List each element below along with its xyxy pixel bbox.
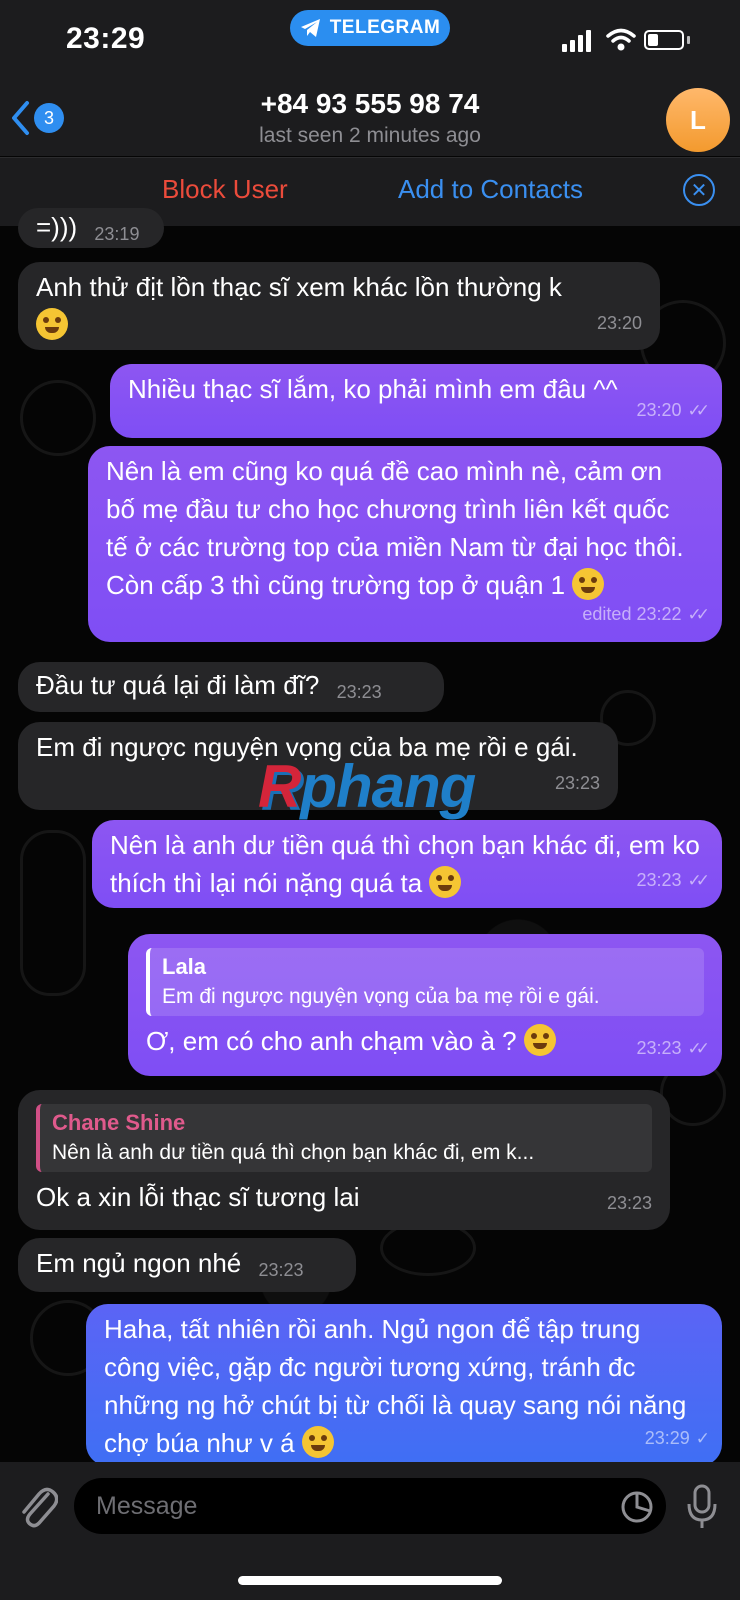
home-indicator (238, 1576, 502, 1585)
message-time: 23:23 (258, 1260, 304, 1280)
message-time: 23:23 (606, 1193, 652, 1213)
message-time: 23:20 (596, 313, 642, 333)
double-check-icon: ✓✓ (687, 871, 710, 890)
message-time: 23:19 (94, 224, 140, 244)
watermark-logo: Rphang (258, 753, 476, 820)
last-seen-status: last seen 2 minutes ago (259, 124, 481, 147)
double-check-icon: ✓✓ (687, 605, 710, 624)
block-user-button[interactable]: Block User (162, 174, 288, 205)
chat-header: +84 93 555 98 74 last seen 2 minutes ago… (0, 88, 740, 156)
attachment-icon[interactable] (18, 1486, 58, 1530)
wifi-icon (606, 28, 636, 51)
reply-text: Em đi ngược nguyện vọng của ba mẹ rồi e … (162, 985, 600, 1008)
message-bubble-outgoing[interactable]: Nên là anh dư tiền quá thì chọn bạn khác… (92, 820, 722, 908)
reply-author: Chane Shine (52, 1110, 186, 1135)
sticker-icon[interactable] (620, 1490, 654, 1524)
message-text: =))) (36, 212, 78, 242)
pleading-emoji (301, 1426, 334, 1458)
message-text: Đầu tư quá lại đi làm đĩ? (36, 670, 320, 700)
message-text: Ok a xin lỗi thạc sĩ tương lai (36, 1182, 360, 1212)
reply-quote[interactable]: Lala Em đi ngược nguyện vọng của ba mẹ r… (146, 948, 704, 1016)
message-bubble-incoming[interactable]: Chane Shine Nên là anh dư tiền quá thì c… (18, 1090, 670, 1230)
message-time: 23:23 (636, 870, 682, 890)
message-composer: Message (0, 1462, 740, 1600)
message-status: 23:29 ✓ (644, 1419, 710, 1458)
message-input[interactable]: Message (74, 1478, 666, 1534)
cellular-signal-icon (562, 30, 591, 52)
message-status: 23:23 ✓✓ (636, 861, 710, 900)
message-text: Haha, tất nhiên rồi anh. Ngủ ngon để tập… (104, 1314, 687, 1458)
status-bar: 23:29 TELEGRAM (0, 0, 740, 92)
message-time: 23:20 (636, 400, 682, 420)
message-bubble-incoming[interactable]: Đầu tư quá lại đi làm đĩ? 23:23 (18, 662, 444, 712)
message-time: 23:23 (636, 1038, 682, 1058)
message-time: 23:23 (336, 682, 382, 702)
message-bubble-outgoing[interactable]: Nên là em cũng ko quá đề cao mình nè, cả… (88, 446, 722, 642)
message-bubble-incoming[interactable]: =))) 23:19 (18, 208, 164, 248)
message-text: Anh thử địt lồn thạc sĩ xem khác lồn thư… (36, 272, 562, 302)
laugh-emoji (36, 308, 68, 340)
chevron-left-icon (12, 101, 29, 135)
watermark-logo-tail: phang (300, 753, 476, 820)
status-time: 23:29 (66, 22, 146, 55)
unread-badge: 3 (34, 103, 64, 133)
message-bubble-incoming[interactable]: Anh thử địt lồn thạc sĩ xem khác lồn thư… (18, 262, 660, 350)
double-check-icon: ✓✓ (687, 1039, 710, 1058)
back-button[interactable]: 3 (10, 100, 64, 136)
message-status: 23:23 ✓✓ (636, 1029, 710, 1068)
reply-quote[interactable]: Chane Shine Nên là anh dư tiền quá thì c… (36, 1104, 652, 1172)
chat-title[interactable]: +84 93 555 98 74 (0, 88, 740, 120)
message-time: 23:29 (644, 1428, 690, 1448)
message-time: 23:23 (554, 773, 600, 793)
add-to-contacts-button[interactable]: Add to Contacts (398, 174, 583, 205)
message-status: edited 23:22 ✓✓ (582, 595, 710, 634)
telegram-icon (300, 19, 320, 37)
message-text: Ơ, em có cho anh chạm vào à ? (146, 1026, 517, 1056)
telegram-pill[interactable]: TELEGRAM (290, 10, 450, 46)
message-bubble-outgoing[interactable]: Lala Em đi ngược nguyện vọng của ba mẹ r… (128, 934, 722, 1076)
microphone-icon[interactable] (686, 1484, 718, 1530)
reply-text: Nên là anh dư tiền quá thì chọn bạn khác… (52, 1141, 535, 1164)
message-text: Nhiều thạc sĩ lắm, ko phải mình em đâu ^… (128, 374, 618, 404)
single-check-icon: ✓ (695, 1429, 710, 1448)
message-time: edited 23:22 (582, 604, 682, 624)
pleading-emoji (429, 866, 462, 898)
double-check-icon: ✓✓ (687, 401, 710, 420)
contact-avatar[interactable]: L (666, 88, 730, 152)
message-bubble-outgoing[interactable]: Haha, tất nhiên rồi anh. Ngủ ngon để tập… (86, 1304, 722, 1466)
message-bubble-outgoing[interactable]: Nhiều thạc sĩ lắm, ko phải mình em đâu ^… (110, 364, 722, 438)
battery-icon (644, 30, 684, 50)
close-icon[interactable]: ✕ (683, 174, 715, 206)
reply-author: Lala (162, 954, 207, 979)
message-bubble-incoming[interactable]: Em ngủ ngon nhé 23:23 (18, 1238, 356, 1292)
telegram-pill-label: TELEGRAM (329, 17, 441, 38)
message-status: 23:20 ✓✓ (636, 391, 710, 430)
message-text: Em ngủ ngon nhé (36, 1248, 242, 1278)
message-text: Nên là anh dư tiền quá thì chọn bạn khác… (110, 830, 700, 898)
battery-tip (687, 36, 690, 44)
laugh-emoji (523, 1024, 556, 1056)
